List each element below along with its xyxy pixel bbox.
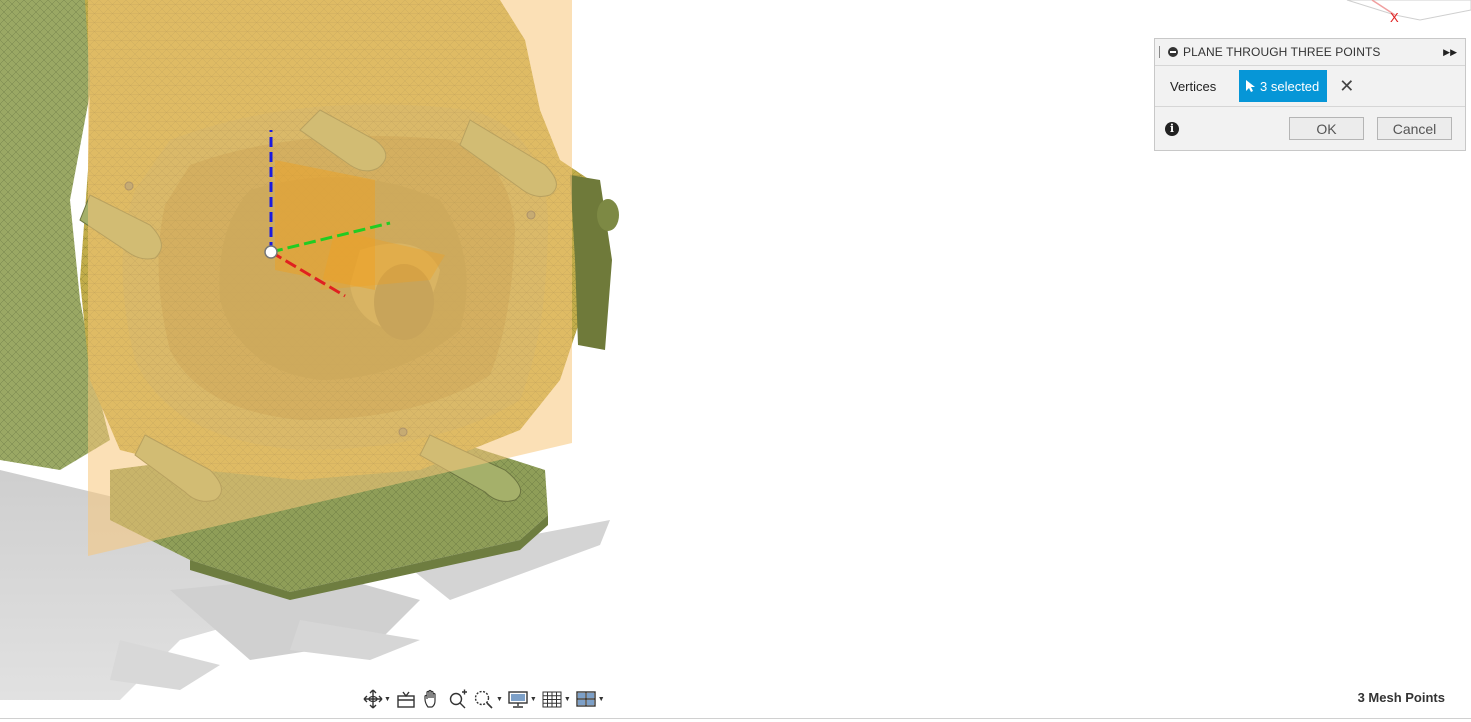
viewports-dropdown-caret[interactable]: ▼ (598, 696, 605, 703)
display-settings-icon (508, 691, 528, 708)
display-dropdown-caret[interactable]: ▼ (530, 696, 537, 703)
drag-grip-icon[interactable] (1159, 46, 1162, 58)
vertices-row: Vertices 3 selected ✕ (1155, 66, 1465, 107)
look-at-icon (397, 691, 415, 708)
cursor-arrow-icon (1246, 80, 1255, 92)
orbit-tool[interactable]: ▼ (362, 687, 392, 711)
dialog-title: PLANE THROUGH THREE POINTS (1183, 45, 1381, 59)
pan-icon (424, 689, 436, 708)
dialog-footer: i OK Cancel (1155, 107, 1465, 151)
grid-dropdown-caret[interactable]: ▼ (564, 696, 571, 703)
cancel-button[interactable]: Cancel (1377, 117, 1452, 140)
vertices-selection-button[interactable]: 3 selected (1239, 70, 1328, 102)
look-at-tool[interactable] (394, 687, 418, 711)
viewcube-axis-x-label: X (1390, 10, 1399, 25)
plane-through-three-points-dialog: PLANE THROUGH THREE POINTS ▶▶ Vertices 3… (1154, 38, 1466, 151)
status-divider (0, 718, 1471, 719)
expand-forward-icon[interactable]: ▶▶ (1443, 47, 1457, 58)
zoom-window-tool[interactable]: ▼ (472, 687, 504, 711)
orbit-dropdown-caret[interactable]: ▼ (384, 696, 391, 703)
info-icon[interactable]: i (1165, 122, 1179, 136)
viewcube[interactable] (1346, 0, 1471, 21)
selection-count: 3 selected (1260, 78, 1320, 94)
vertices-label: Vertices (1170, 78, 1217, 94)
viewports-icon (576, 691, 596, 707)
dialog-header[interactable]: PLANE THROUGH THREE POINTS ▶▶ (1155, 39, 1465, 66)
grid-icon (542, 691, 562, 708)
status-mesh-points: 3 Mesh Points (1357, 690, 1445, 705)
zoom-tool[interactable] (446, 687, 470, 711)
zoom-window-icon (474, 690, 493, 709)
orbit-icon (363, 689, 383, 709)
clear-selection-icon[interactable]: ✕ (1339, 77, 1354, 95)
zoom-icon (449, 689, 467, 709)
display-settings-tool[interactable]: ▼ (506, 687, 538, 711)
zoom-dropdown-caret[interactable]: ▼ (496, 696, 503, 703)
pan-tool[interactable] (420, 687, 444, 711)
ok-button[interactable]: OK (1289, 117, 1364, 140)
grid-tool[interactable]: ▼ (540, 687, 572, 711)
navigation-bar: ▼ ▼ ▼ ▼ ▼ (362, 686, 606, 712)
collapse-icon[interactable] (1168, 47, 1178, 57)
viewports-tool[interactable]: ▼ (574, 687, 606, 711)
